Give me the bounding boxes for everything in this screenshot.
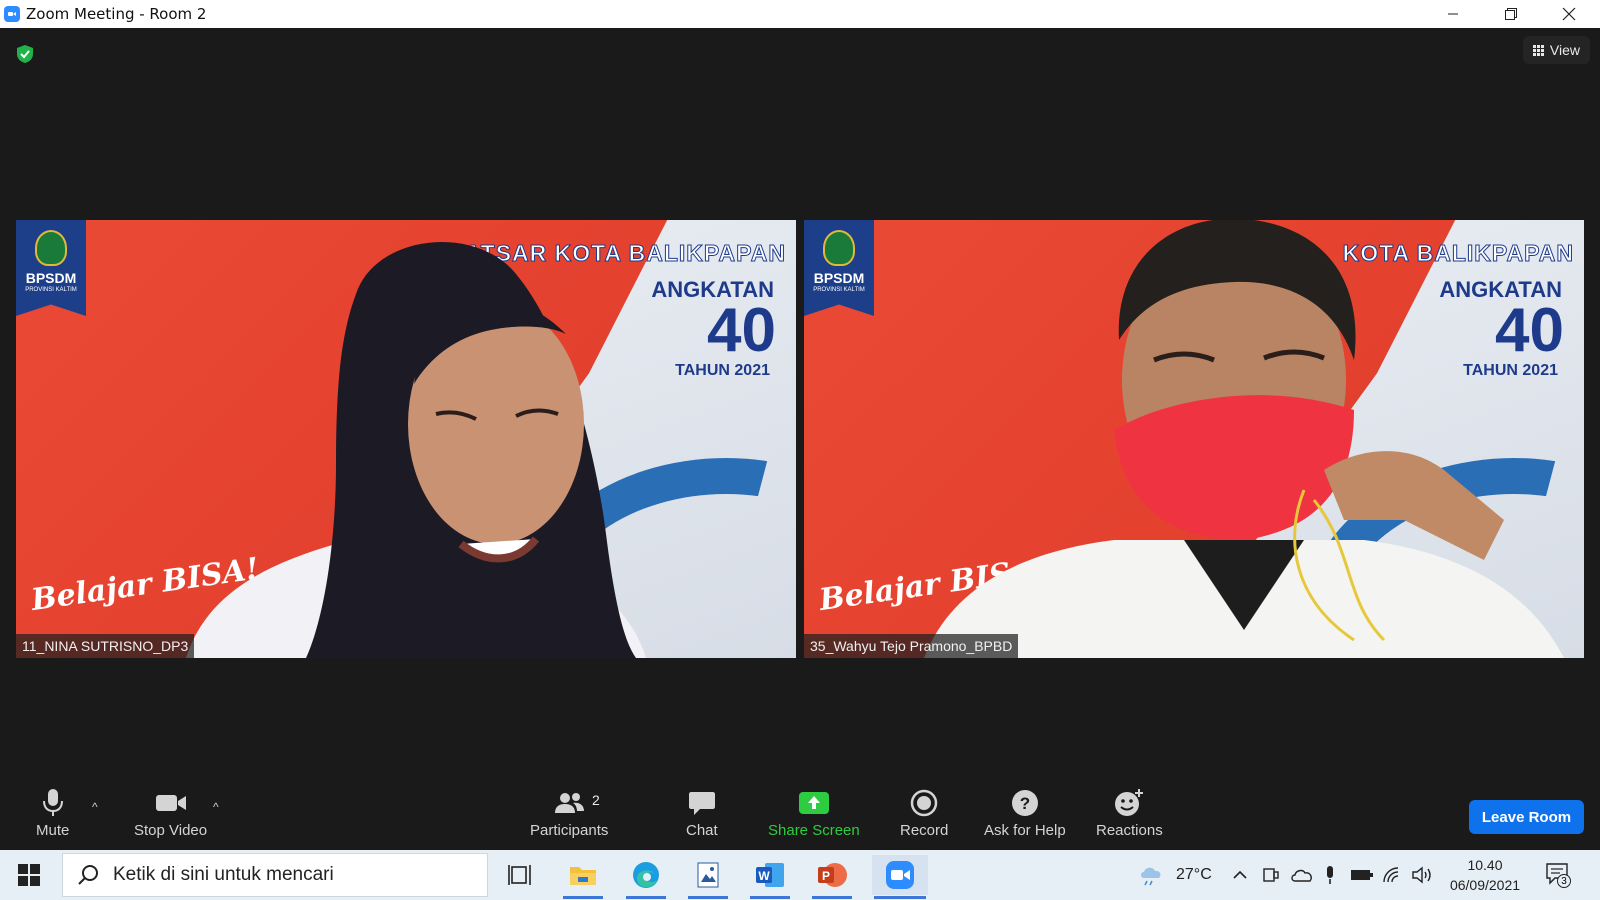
minimize-icon — [1448, 13, 1458, 15]
chat-button[interactable]: Chat — [686, 788, 718, 839]
edge-browser-button[interactable] — [624, 855, 668, 899]
notification-center-button[interactable]: 3 — [1545, 862, 1571, 888]
bpsdm-logo: BPSDM PROVINSI KALTIM — [16, 220, 86, 316]
zoom-app-icon — [4, 6, 20, 22]
ask-for-help-button[interactable]: ? Ask for Help — [984, 788, 1066, 839]
microsoft-word-icon: W — [756, 863, 784, 887]
restore-button[interactable] — [1482, 0, 1540, 28]
task-view-button[interactable] — [498, 855, 542, 895]
task-view-icon — [508, 865, 531, 885]
microsoft-powerpoint-icon: P — [818, 863, 847, 887]
window-title: Zoom Meeting - Room 2 — [26, 5, 207, 23]
chat-icon — [688, 788, 716, 818]
participant-name-tag: 35_Wahyu Tejo Pramono_BPBD — [804, 634, 1019, 658]
view-label: View — [1549, 42, 1580, 58]
zoom-app-icon — [886, 861, 914, 889]
meeting-area: View BPSDM PROVINSI KALTIM LATSAR KOTA B… — [0, 28, 1600, 850]
participant-video — [186, 241, 646, 658]
emblem-icon — [823, 230, 855, 266]
banner-year: TAHUN 2021 — [675, 362, 770, 379]
security-shield-icon[interactable] — [16, 44, 34, 64]
stop-video-button[interactable]: Stop Video — [134, 788, 207, 839]
audio-options-caret-icon[interactable]: ^ — [92, 800, 98, 814]
participants-count: 2 — [592, 792, 600, 808]
onedrive-tray[interactable] — [1290, 850, 1314, 900]
reactions-emoji-icon — [1114, 788, 1144, 818]
video-tile-participant-1[interactable]: BPSDM PROVINSI KALTIM LATSAR KOTA BALIKP… — [16, 220, 796, 658]
tray-device-icon — [1263, 868, 1279, 882]
windows-taskbar: Ketik di sini untuk mencari W P 27°C 10.… — [0, 850, 1600, 900]
leave-room-button[interactable]: Leave Room — [1469, 800, 1584, 834]
weather-cloud-rain-icon — [1141, 867, 1161, 886]
notification-count: 3 — [1557, 874, 1571, 888]
reactions-button[interactable]: Reactions — [1096, 788, 1163, 839]
microphone-tray-icon — [1327, 866, 1333, 884]
svg-text:?: ? — [1020, 794, 1030, 813]
participants-icon — [553, 788, 585, 818]
image-file-icon — [697, 862, 719, 888]
chevron-up-icon — [1233, 870, 1247, 879]
share-screen-button[interactable]: Share Screen — [768, 788, 860, 839]
taskbar-clock[interactable]: 10.40 06/09/2021 — [1440, 855, 1530, 895]
cloud-icon — [1291, 869, 1312, 882]
emblem-icon — [35, 230, 67, 266]
close-button[interactable] — [1540, 0, 1598, 28]
minimize-button[interactable] — [1424, 0, 1482, 28]
folder-icon — [570, 867, 596, 885]
windows-start-icon[interactable] — [18, 864, 40, 886]
word-button[interactable]: W — [748, 855, 792, 899]
file-explorer-button[interactable] — [561, 855, 605, 899]
restore-icon — [1505, 8, 1517, 20]
participant-video — [924, 220, 1564, 658]
photos-button[interactable] — [686, 855, 730, 899]
meet-now-tray[interactable] — [1262, 850, 1280, 900]
video-tile-participant-2[interactable]: BPSDM PROVINSI KALTIM KOTA BALIKPAPAN AN… — [804, 220, 1584, 658]
taskbar-search-box[interactable]: Ketik di sini untuk mencari — [62, 853, 488, 897]
zoom-taskbar-button[interactable] — [872, 855, 928, 899]
close-icon — [1562, 7, 1576, 21]
window-titlebar: Zoom Meeting - Room 2 — [0, 0, 1600, 28]
participant-name-tag: 11_NINA SUTRISNO_DP3 — [16, 634, 195, 658]
record-button[interactable]: Record — [900, 788, 948, 839]
view-button[interactable]: View — [1522, 36, 1590, 64]
grid-view-icon — [1532, 44, 1544, 56]
share-screen-icon — [798, 788, 830, 818]
weather-widget[interactable]: 27°C — [1138, 850, 1212, 900]
show-hidden-icons-button[interactable] — [1232, 850, 1248, 900]
speaker-icon — [1412, 866, 1431, 884]
video-options-caret-icon[interactable]: ^ — [213, 800, 219, 814]
edge-browser-icon — [633, 862, 659, 888]
help-icon: ? — [1011, 788, 1039, 818]
network-tray[interactable] — [1382, 850, 1402, 900]
powerpoint-button[interactable]: P — [810, 855, 854, 899]
svg-text:P: P — [822, 869, 830, 883]
weather-temperature: 27°C — [1176, 866, 1212, 883]
svg-text:W: W — [758, 869, 770, 883]
video-camera-icon — [155, 788, 187, 818]
microphone-icon — [42, 788, 64, 818]
search-icon — [78, 865, 98, 885]
clock-date: 06/09/2021 — [1449, 877, 1521, 893]
volume-tray[interactable] — [1412, 850, 1434, 900]
bpsdm-logo: BPSDM PROVINSI KALTIM — [804, 220, 874, 316]
wifi-icon — [1383, 867, 1399, 883]
banner-number: 40 — [707, 296, 776, 365]
microphone-tray[interactable] — [1324, 850, 1336, 900]
battery-icon — [1351, 870, 1373, 880]
meeting-toolbar: Mute ^ Stop Video ^ Participants 2 Chat … — [0, 778, 1600, 850]
clock-time: 10.40 — [1467, 857, 1503, 873]
record-icon — [910, 788, 938, 818]
mute-button[interactable]: Mute — [36, 788, 69, 839]
battery-tray[interactable] — [1350, 850, 1374, 900]
search-placeholder: Ketik di sini untuk mencari — [113, 864, 334, 885]
